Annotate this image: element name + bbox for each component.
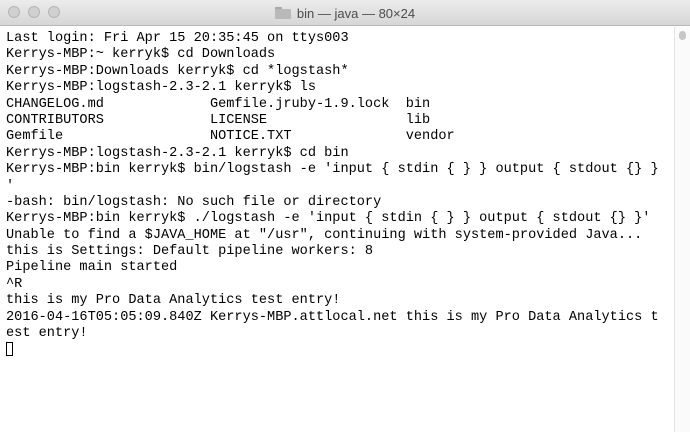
terminal-line: est entry!: [6, 326, 88, 342]
terminal-line: Kerrys-MBP:logstash-2.3-2.1 kerryk$ ls: [6, 80, 316, 96]
terminal-line: ^R: [6, 276, 23, 292]
text-cursor: [6, 342, 13, 357]
terminal-line: Kerrys-MBP:bin kerryk$ ./logstash -e 'in…: [6, 211, 651, 227]
terminal-line: Kerrys-MBP:logstash-2.3-2.1 kerryk$ cd b…: [6, 145, 349, 161]
terminal-line: CHANGELOG.md Gemfile.jruby-1.9.lock bin: [6, 96, 431, 112]
window-title: bin — java — 80×24: [296, 5, 416, 21]
title-bar[interactable]: bin — java — 80×24: [0, 0, 690, 26]
terminal-line: Kerrys-MBP:bin kerryk$ bin/logstash -e '…: [6, 162, 659, 178]
window-title-group: bin — java — 80×24: [0, 0, 690, 26]
scrollbar-thumb[interactable]: [679, 31, 686, 40]
terminal-line: this is my Pro Data Analytics test entry…: [6, 293, 341, 309]
terminal-line: Pipeline main started: [6, 260, 178, 276]
terminal-line: this is Settings: Default pipeline worke…: [6, 244, 374, 260]
prompt-line[interactable]: [6, 342, 674, 358]
terminal-line: Last login: Fri Apr 15 20:35:45 on ttys0…: [6, 31, 349, 46]
terminal-output[interactable]: Last login: Fri Apr 15 20:35:45 on ttys0…: [0, 27, 674, 432]
terminal-line: 2016-04-16T05:05:09.840Z Kerrys-MBP.attl…: [6, 309, 659, 325]
terminal-line: Unable to find a $JAVA_HOME at "/usr", c…: [6, 227, 643, 243]
terminal-line: CONTRIBUTORS LICENSE lib: [6, 112, 431, 128]
terminal-window: bin — java — 80×24 Last login: Fri Apr 1…: [0, 0, 690, 432]
vertical-scrollbar[interactable]: [674, 27, 690, 432]
terminal-line: -bash: bin/logstash: No such file or dir…: [6, 194, 382, 210]
terminal-line: ': [6, 178, 15, 194]
folder-icon: [274, 7, 291, 19]
terminal-line: Gemfile NOTICE.TXT vendor: [6, 129, 455, 145]
terminal-line: Kerrys-MBP:Downloads kerryk$ cd *logstas…: [6, 63, 349, 79]
terminal-line: Kerrys-MBP:~ kerryk$ cd Downloads: [6, 47, 276, 63]
